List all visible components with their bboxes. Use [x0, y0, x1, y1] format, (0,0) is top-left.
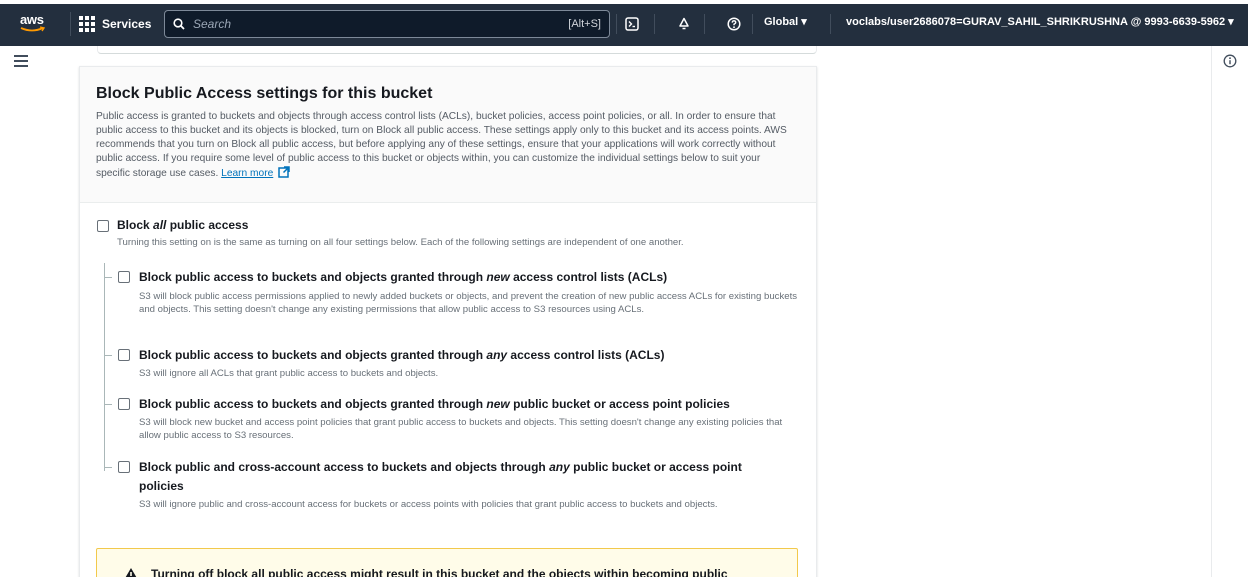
warning-text: Turning off block all public access migh…: [151, 567, 728, 577]
help-circle-icon[interactable]: [722, 12, 746, 36]
block-any-acls-checkbox[interactable]: [118, 349, 130, 361]
search-input[interactable]: [193, 17, 569, 31]
region-selector[interactable]: Global ▾: [764, 15, 807, 28]
services-menu-button[interactable]: Services: [70, 12, 159, 36]
nav-separator: [752, 14, 753, 34]
services-grid-icon: [79, 16, 95, 32]
tree-connector: [104, 277, 112, 278]
description-text: Public access is granted to buckets and …: [96, 111, 787, 179]
warning-alert: Turning off block all public access migh…: [96, 548, 798, 577]
external-link-icon: [278, 166, 290, 178]
search-icon: [173, 18, 185, 30]
block-any-acls-description: S3 will ignore all ACLs that grant publi…: [139, 368, 439, 379]
block-cross-account-description: S3 will ignore public and cross-account …: [139, 499, 718, 510]
tree-connector: [104, 467, 112, 468]
block-new-acls-description: S3 will block public access permissions …: [139, 291, 798, 315]
aws-logo[interactable]: aws: [20, 13, 48, 35]
block-all-public-access-checkbox[interactable]: [97, 220, 109, 232]
nav-separator: [616, 14, 617, 34]
top-navigation-bar: aws Services [Alt+S]: [0, 0, 1248, 46]
nav-separator: [830, 14, 831, 34]
aws-smile-icon: [20, 26, 46, 32]
block-all-public-access-description: Turning this setting on is the same as t…: [117, 237, 684, 248]
search-shortcut-hint: [Alt+S]: [568, 18, 601, 30]
info-icon[interactable]: [1223, 54, 1237, 68]
tree-connector: [104, 404, 112, 405]
aws-logo-text: aws: [20, 12, 44, 27]
nav-top-edge: [0, 0, 1248, 4]
panel-description: Public access is granted to buckets and …: [96, 110, 796, 181]
tree-connector: [104, 355, 112, 356]
block-new-policies-description: S3 will block new bucket and access poin…: [139, 417, 783, 441]
global-search-box[interactable]: [Alt+S]: [164, 10, 610, 38]
block-all-public-access-label[interactable]: Block all public access: [117, 218, 248, 232]
block-cross-account-label-line2[interactable]: policies: [139, 479, 184, 493]
learn-more-link[interactable]: Learn more: [221, 168, 273, 179]
block-cross-account-checkbox[interactable]: [118, 461, 130, 473]
block-new-acls-checkbox[interactable]: [118, 271, 130, 283]
block-new-policies-checkbox[interactable]: [118, 398, 130, 410]
block-new-policies-label[interactable]: Block public access to buckets and objec…: [139, 397, 730, 411]
nav-separator: [654, 14, 655, 34]
block-cross-account-label[interactable]: Block public and cross-account access to…: [139, 460, 742, 474]
help-panel-rail: [1211, 46, 1248, 577]
cloudshell-terminal-icon[interactable]: [620, 12, 644, 36]
services-label: Services: [102, 17, 152, 31]
block-new-acls-label[interactable]: Block public access to buckets and objec…: [139, 270, 667, 284]
warning-triangle-icon: [125, 568, 137, 577]
bell-icon[interactable]: [672, 12, 696, 36]
hamburger-menu-icon[interactable]: [14, 55, 28, 67]
panel-header: Block Public Access settings for this bu…: [80, 67, 816, 203]
block-any-acls-label[interactable]: Block public access to buckets and objec…: [139, 348, 664, 362]
nav-separator: [704, 14, 705, 34]
page-title: Block Public Access settings for this bu…: [96, 85, 433, 102]
account-menu[interactable]: voclabs/user2686078=GURAV_SAHIL_SHRIKRUS…: [846, 15, 1234, 28]
settings-tree-line: [104, 263, 105, 471]
previous-panel-edge: [97, 46, 817, 54]
